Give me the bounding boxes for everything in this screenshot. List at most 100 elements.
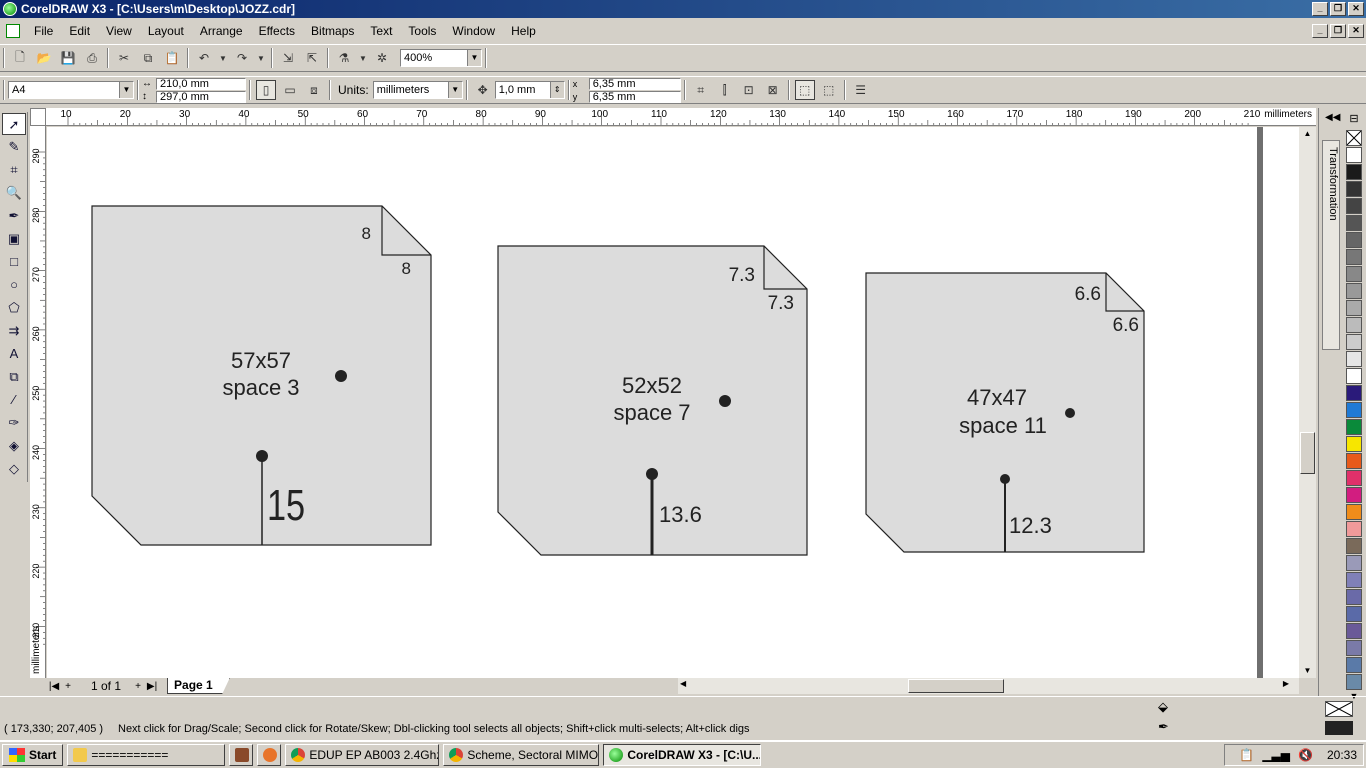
cut-icon[interactable]: ✂ — [114, 48, 134, 68]
transformation-docker-tab[interactable]: Transformation — [1322, 140, 1340, 350]
menu-arrange[interactable]: Arrange — [192, 24, 251, 38]
docker-collapse-icon[interactable]: ◀◀ — [1325, 112, 1340, 123]
color-swatch[interactable] — [1346, 232, 1362, 248]
start-button[interactable]: Start — [2, 744, 64, 766]
undo-dropdown-icon[interactable]: ▼ — [218, 48, 228, 68]
snap-to-grid-icon[interactable]: ⌗ — [691, 80, 711, 100]
color-swatch[interactable] — [1346, 198, 1362, 214]
signal-icon[interactable]: ▁▃▅ — [1262, 748, 1290, 762]
application-launcher-icon[interactable]: ⚗ — [334, 48, 354, 68]
color-swatch[interactable] — [1346, 283, 1362, 299]
ruler-origin[interactable] — [30, 108, 46, 126]
snap-to-objects-icon[interactable]: ⊡ — [739, 80, 759, 100]
basic-shapes-tool-icon[interactable]: ⇉ — [2, 320, 26, 342]
color-swatch[interactable] — [1346, 368, 1362, 384]
menu-effects[interactable]: Effects — [251, 24, 303, 38]
color-swatch[interactable] — [1346, 538, 1362, 554]
color-swatch[interactable] — [1346, 470, 1362, 486]
crop-tool-icon[interactable]: ⌗ — [2, 159, 26, 181]
outline-tool-icon[interactable]: ✑ — [2, 412, 26, 434]
zoom-tool-icon[interactable]: 🔍 — [2, 182, 26, 204]
nudge-offset-input[interactable]: 1,0 mm ⇕ — [494, 81, 565, 99]
horizontal-scroll-thumb[interactable] — [908, 679, 1004, 693]
paper-height-input[interactable]: 297,0 mm — [156, 90, 246, 103]
landscape-icon[interactable]: ▭ — [280, 80, 300, 100]
undo-icon[interactable]: ↶ — [194, 48, 214, 68]
color-swatch[interactable] — [1346, 453, 1362, 469]
portrait-icon[interactable]: ▯ — [256, 80, 276, 100]
task-button-explorer[interactable]: =========== — [67, 744, 226, 766]
color-swatch[interactable] — [1346, 266, 1362, 282]
task-button-chrome-scheme[interactable]: Scheme, Sectoral MIMO ... — [443, 744, 600, 766]
horizontal-ruler[interactable]: 10 20 30 40 50 60 70 80 90 100 110 120 130 140 150 160 1… — [46, 108, 1316, 126]
color-swatch[interactable] — [1346, 385, 1362, 401]
menu-view[interactable]: View — [98, 24, 140, 38]
minimize-button[interactable]: _ — [1312, 2, 1328, 16]
zoom-level-select[interactable]: 400% ▼ — [400, 49, 482, 67]
color-swatch[interactable] — [1346, 589, 1362, 605]
color-swatch[interactable] — [1346, 164, 1362, 180]
no-color-swatch[interactable] — [1346, 130, 1362, 146]
task-button-app[interactable] — [229, 744, 254, 766]
color-swatch[interactable] — [1346, 351, 1362, 367]
dynamic-guides-icon[interactable]: ⊠ — [763, 80, 783, 100]
options-icon[interactable]: ☰ — [851, 80, 871, 100]
page-tab[interactable]: Page 1 — [167, 678, 230, 694]
menu-window[interactable]: Window — [444, 24, 503, 38]
chevron-down-icon[interactable]: ▼ — [467, 50, 481, 66]
color-swatch[interactable] — [1346, 215, 1362, 231]
color-swatch[interactable] — [1346, 623, 1362, 639]
task-button-coreldraw[interactable]: CorelDRAW X3 - [C:\U... — [603, 744, 762, 766]
color-swatch[interactable] — [1346, 317, 1362, 333]
color-swatch[interactable] — [1346, 521, 1362, 537]
freehand-tool-icon[interactable]: ✒ — [2, 205, 26, 227]
redo-icon[interactable]: ↷ — [232, 48, 252, 68]
task-button-firefox[interactable] — [257, 744, 282, 766]
drawing-canvas[interactable]: 8 8 57x57 space 3 15 7.3 7.3 52x52 space… — [47, 127, 1299, 678]
first-page-icon[interactable]: |◀ — [47, 681, 61, 692]
doc-minimize-button[interactable]: _ — [1312, 24, 1328, 38]
last-page-icon[interactable]: ▶| — [145, 681, 159, 692]
launcher-dropdown-icon[interactable]: ▼ — [358, 48, 368, 68]
corel-online-icon[interactable]: ✲ — [372, 48, 392, 68]
color-swatch[interactable] — [1346, 487, 1362, 503]
shape-group-3[interactable]: 6.6 6.6 47x47 space 11 12.3 — [865, 272, 1145, 553]
snap-to-guidelines-icon[interactable]: ⫿ — [715, 80, 735, 100]
vertical-scroll-thumb[interactable] — [1300, 432, 1315, 474]
redo-dropdown-icon[interactable]: ▼ — [256, 48, 266, 68]
restore-button[interactable]: ❐ — [1330, 2, 1346, 16]
text-tool-icon[interactable]: A — [2, 343, 26, 365]
shape-group-2[interactable]: 7.3 7.3 52x52 space 7 13.6 — [497, 245, 808, 556]
interactive-blend-tool-icon[interactable]: ⧉ — [2, 366, 26, 388]
save-icon[interactable]: 💾 — [58, 48, 78, 68]
close-button[interactable]: ✕ — [1348, 2, 1364, 16]
paper-size-select[interactable]: A4 ▼ — [8, 81, 134, 99]
treat-as-filled-icon[interactable]: ⬚ — [794, 80, 815, 100]
task-button-chrome-edup[interactable]: EDUP EP AB003 2.4Ghz ... — [285, 744, 440, 766]
color-swatch[interactable] — [1346, 402, 1362, 418]
doc-restore-button[interactable]: ❐ — [1330, 24, 1346, 38]
color-swatch[interactable] — [1346, 504, 1362, 520]
scroll-up-icon[interactable]: ▲ — [1300, 127, 1315, 141]
color-swatch[interactable] — [1346, 334, 1362, 350]
scroll-right-icon[interactable]: ▶ — [1283, 679, 1289, 688]
rectangle-tool-icon[interactable]: □ — [2, 251, 26, 273]
menu-layout[interactable]: Layout — [140, 24, 192, 38]
color-swatch[interactable] — [1346, 249, 1362, 265]
menu-help[interactable]: Help — [503, 24, 544, 38]
all-pages-icon[interactable]: ⧈ — [304, 80, 324, 100]
duplicate-x-input[interactable]: 6,35 mm — [588, 77, 681, 90]
clipboard-icon[interactable]: 📋 — [1239, 748, 1254, 762]
menu-bitmaps[interactable]: Bitmaps — [303, 24, 362, 38]
paper-width-input[interactable]: 210,0 mm — [156, 77, 246, 90]
fill-color-indicator[interactable] — [1325, 701, 1353, 717]
document-icon[interactable] — [6, 24, 20, 38]
menu-tools[interactable]: Tools — [400, 24, 444, 38]
color-swatch[interactable] — [1346, 572, 1362, 588]
polygon-tool-icon[interactable]: ⬠ — [2, 297, 26, 319]
spinner-icon[interactable]: ⇕ — [549, 82, 564, 98]
add-page-before-icon[interactable]: + — [61, 681, 75, 692]
color-swatch[interactable] — [1346, 419, 1362, 435]
shape-group-1[interactable]: 8 8 57x57 space 3 15 — [91, 205, 432, 546]
copy-icon[interactable]: ⧉ — [138, 48, 158, 68]
